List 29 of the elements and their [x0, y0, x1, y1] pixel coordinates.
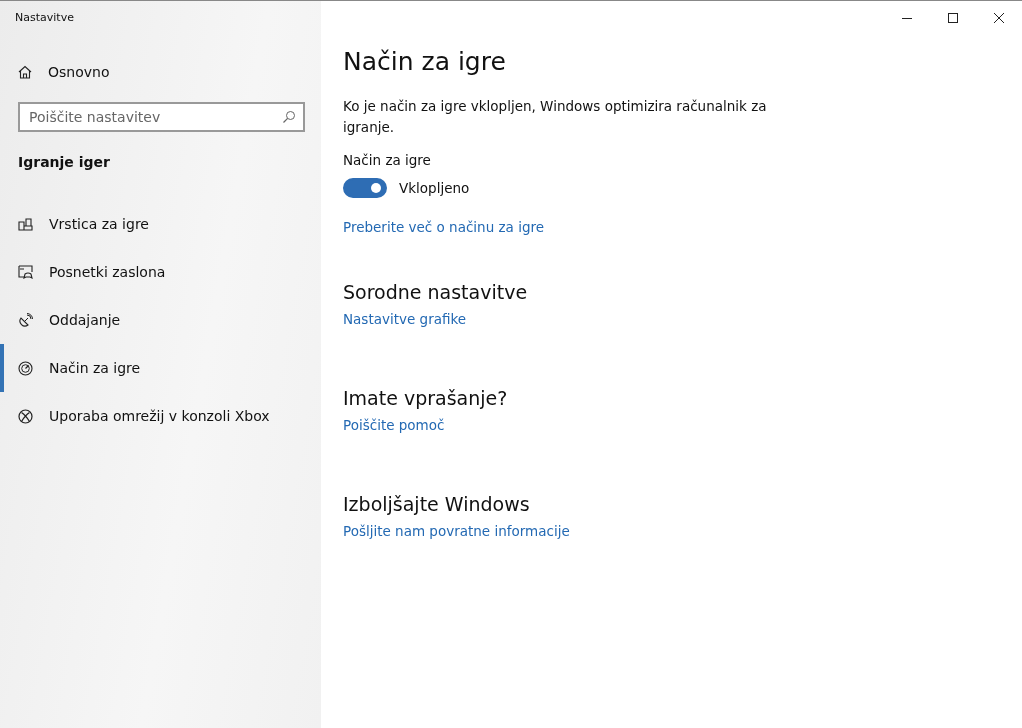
- search-field[interactable]: Poiščite nastavitev: [18, 102, 305, 132]
- nav-item[interactable]: Vrstica za igre: [0, 200, 321, 248]
- game-bar-icon: [18, 217, 33, 231]
- toggle-label: Način za igre: [343, 152, 431, 168]
- section-title: Igranje iger: [18, 154, 111, 170]
- section-heading: Sorodne nastavitve: [343, 281, 528, 303]
- page-title: Način za igre: [343, 47, 506, 76]
- broadcast-icon: [18, 312, 33, 328]
- section-heading: Imate vprašanje?: [343, 387, 508, 409]
- search-icon: [282, 110, 296, 124]
- screenshot-icon: [18, 265, 33, 279]
- description: Ko je način za igre vklopljen, Windows optimizira računalnik za igranje.: [343, 97, 768, 137]
- home-icon: [18, 65, 32, 79]
- nav-item[interactable]: Posnetki zaslona: [0, 248, 321, 296]
- section-link[interactable]: Poiščite pomoč: [343, 417, 445, 433]
- close-icon[interactable]: [993, 12, 1005, 24]
- home-link[interactable]: Osnovno: [18, 64, 321, 80]
- toggle-switch[interactable]: [343, 178, 387, 198]
- xbox-icon: [18, 408, 33, 424]
- learn-more-link[interactable]: Preberite več o načinu za igre: [343, 219, 545, 235]
- section-link[interactable]: Pošljite nam povratne informacije: [343, 523, 570, 539]
- toggle-state: Vklopljeno: [399, 180, 470, 196]
- gauge-icon: [18, 360, 33, 376]
- section-heading: Izboljšajte Windows: [343, 493, 530, 515]
- window-title: Nastavitve: [14, 10, 75, 26]
- nav-item[interactable]: Uporaba omrežij v konzoli Xbox: [0, 392, 321, 440]
- maximize-icon[interactable]: [947, 12, 959, 24]
- section-link[interactable]: Nastavitve grafike: [343, 311, 467, 327]
- nav-item[interactable]: Oddajanje: [0, 296, 321, 344]
